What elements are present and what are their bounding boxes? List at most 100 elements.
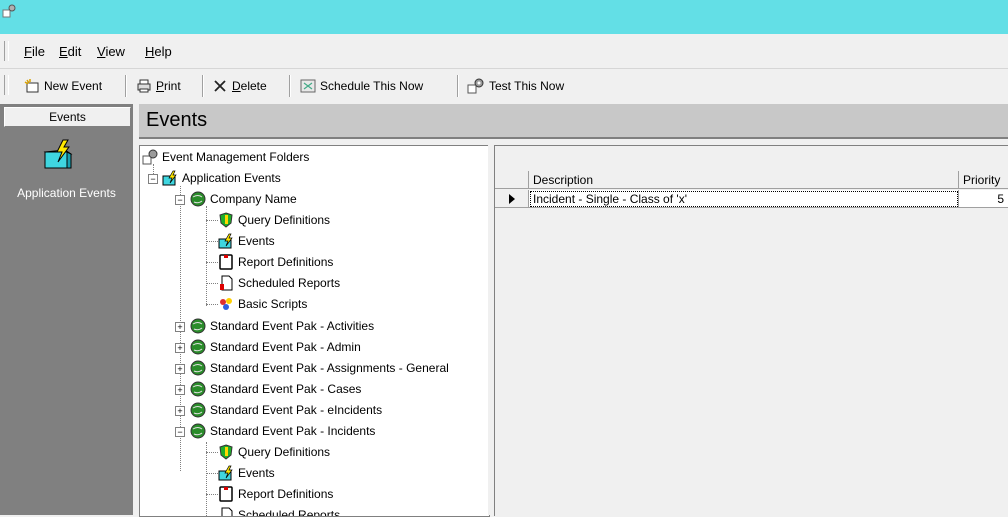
left-nav-panel: Events Application Events [0,104,133,515]
grid-group-area [495,146,1008,170]
menu-help[interactable]: Help [145,44,172,59]
tree-item-pak-assignments[interactable]: Standard Event Pak - Assignments - Gener… [190,358,449,378]
cell-description[interactable]: Incident - Single - Class of 'x' [529,190,959,208]
tree-label: Application Events [182,171,281,185]
tree-item-events[interactable]: Events [218,231,275,251]
tree-item-pak-cases[interactable]: Standard Event Pak - Cases [190,379,361,399]
cell-priority[interactable]: 5 [959,190,1008,208]
globe-icon [190,191,206,207]
tree-item-pak-incidents[interactable]: Standard Event Pak - Incidents [190,421,375,441]
tree-item-events[interactable]: Events [218,463,275,483]
tree-label: Standard Event Pak - Incidents [210,424,376,438]
title-bar [0,0,1008,34]
collapse-toggle[interactable]: − [148,174,158,184]
query-shield-icon [219,212,233,228]
schedule-now-label: Schedule This Now [320,79,424,93]
expand-toggle[interactable]: + [175,406,185,416]
event-box-icon [218,233,233,249]
tree-label: Basic Scripts [238,297,308,311]
print-button[interactable]: Print [136,76,181,96]
globe-icon [190,339,206,355]
scripts-icon [220,298,232,310]
tree-line [206,442,207,516]
tree-item-scheduled-reports[interactable]: Scheduled Reports [218,273,340,293]
tree-item-pak-eincidents[interactable]: Standard Event Pak - eIncidents [190,400,382,420]
expand-toggle[interactable]: + [175,364,185,374]
tree-item-report-definitions[interactable]: Report Definitions [218,484,333,504]
tree-item-company-name[interactable]: Company Name [190,189,297,209]
expand-toggle[interactable]: + [175,343,185,353]
tree-item-scheduled-reports[interactable]: Scheduled Reports [218,505,341,517]
tree-item-application-events[interactable]: Application Events [162,168,281,188]
column-header-description[interactable]: Description [529,171,959,189]
tree-line [206,262,218,263]
event-folders-tree[interactable]: Event Management Folders − Application E… [139,145,490,517]
globe-icon [190,423,206,439]
print-label: Print [156,79,181,93]
printer-icon [137,79,151,93]
tree-label: Company Name [210,192,297,206]
tree-item-pak-admin[interactable]: Standard Event Pak - Admin [190,337,361,357]
application-events-icon[interactable] [41,138,75,172]
collapse-toggle[interactable]: − [175,427,185,437]
tree-item-report-definitions[interactable]: Report Definitions [218,252,333,272]
report-icon [219,254,233,270]
new-event-icon [24,79,39,93]
tree-label: Standard Event Pak - Activities [210,319,375,333]
row-selector[interactable] [495,190,529,208]
tree-label: Scheduled Reports [238,508,341,517]
tree-label: Standard Event Pak - eIncidents [210,403,383,417]
tree-item-pak-activities[interactable]: Standard Event Pak - Activities [190,316,374,336]
app-icon[interactable] [2,4,16,18]
main-header: Events [139,104,1008,139]
events-grid[interactable]: Description Priority Incident - Single -… [494,145,1008,516]
globe-icon [190,318,206,334]
globe-icon [190,402,206,418]
delete-label: Delete [232,79,267,93]
event-box-icon [162,170,177,186]
menu-bar: File Edit View Help [0,35,1008,69]
tree-item-basic-scripts[interactable]: Basic Scripts [218,294,307,314]
globe-icon [190,381,206,397]
application-events-label[interactable]: Application Events [0,186,133,200]
tree-label: Query Definitions [238,445,331,459]
tree-label: Scheduled Reports [238,276,341,290]
query-shield-icon [219,444,233,460]
expand-toggle[interactable]: + [175,322,185,332]
tree-label: Standard Event Pak - Assignments - Gener… [210,361,449,375]
menu-view[interactable]: View [97,44,125,59]
menu-edit[interactable]: Edit [59,44,81,59]
schedule-now-button[interactable]: Schedule This Now [300,76,423,96]
menu-file[interactable]: File [24,44,45,59]
tree-label: Report Definitions [238,255,334,269]
current-row-arrow-icon [509,194,515,204]
toolbar-separator [289,75,291,97]
tree-line [206,452,218,453]
delete-button[interactable]: Delete [212,76,267,96]
scheduled-report-icon [220,275,233,291]
tree-item-query-definitions[interactable]: Query Definitions [218,442,330,462]
tree-line [206,473,218,474]
toolbar-grip[interactable] [4,75,9,95]
globe-icon [190,360,206,376]
toolbar-separator [457,75,459,97]
tree-item-root[interactable]: Event Management Folders [142,147,309,167]
collapse-toggle[interactable]: − [175,195,185,205]
menu-grip[interactable] [4,41,9,61]
column-header-priority[interactable]: Priority [959,171,1008,189]
new-event-button[interactable]: New Event [24,76,102,96]
left-panel-header[interactable]: Events [4,107,131,127]
tree-line [206,220,218,221]
test-now-button[interactable]: Test This Now [467,76,564,96]
tree-label: Events [238,234,275,248]
scheduled-report-icon [221,507,233,516]
expand-toggle[interactable]: + [175,385,185,395]
event-box-icon [218,465,233,481]
tree-label: Query Definitions [238,213,331,227]
test-now-label: Test This Now [489,79,565,93]
tree-item-query-definitions[interactable]: Query Definitions [218,210,330,230]
tree-line [206,283,218,284]
event-manager-icon [142,149,158,165]
tree-label: Standard Event Pak - Cases [210,382,362,396]
tree-label: Standard Event Pak - Admin [210,340,361,354]
